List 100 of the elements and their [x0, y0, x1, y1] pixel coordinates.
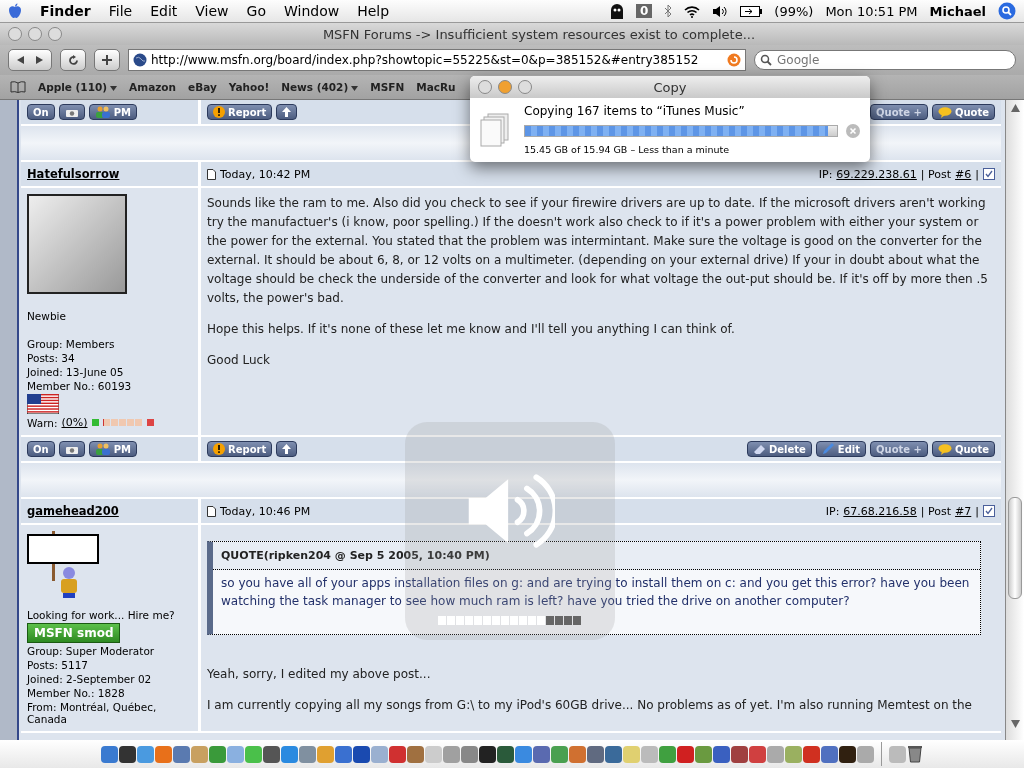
close-button[interactable] — [8, 27, 22, 41]
minimize-button[interactable] — [498, 80, 512, 94]
menu-item[interactable]: File — [108, 3, 133, 19]
scroll-thumb[interactable] — [1008, 497, 1022, 599]
forum-button[interactable]: PM — [88, 104, 137, 120]
scroll-up-button[interactable] — [276, 104, 298, 120]
select-checkbox[interactable] — [983, 505, 995, 517]
zoom-button[interactable] — [48, 27, 62, 41]
dock-app-icon[interactable] — [119, 745, 136, 763]
menu-clock[interactable]: Mon 10:51 PM — [825, 3, 918, 19]
scroll-up-arrow-icon[interactable] — [1010, 104, 1020, 112]
bookmark-link[interactable]: Apple (110) — [38, 81, 118, 93]
dock-app-icon[interactable] — [353, 745, 370, 763]
bookmark-link[interactable]: MSFN — [370, 81, 405, 93]
quote-text: so you have all of your apps installation files on g: and are trying to install them on c: and you get this error? have you been watching the task manager to see how much ram is left? have you tried the drive on another computer? — [221, 576, 970, 608]
divider-mark: | — [975, 167, 979, 181]
scrollbar[interactable] — [1005, 100, 1024, 740]
camera-button[interactable] — [58, 441, 85, 457]
warn-link[interactable]: (0%) — [61, 416, 88, 429]
back-forward-button[interactable] — [8, 49, 52, 71]
ip-link[interactable]: 69.229.238.61 — [836, 167, 917, 181]
dock-app-icon[interactable] — [479, 745, 496, 763]
speech-bubble-icon — [937, 106, 952, 118]
author-link[interactable]: Hatefulsorrow — [27, 167, 120, 181]
people-icon — [94, 443, 111, 455]
quote-header: QUOTE(ripken204 @ Sep 5 2005, 10:40 PM) — [213, 542, 980, 570]
forum-button[interactable]: Edit — [815, 441, 866, 457]
people-icon — [94, 106, 111, 118]
dock-app-icon[interactable] — [839, 745, 856, 763]
member-info-text: Newbie — [27, 310, 67, 322]
bluetooth-icon[interactable] — [664, 4, 673, 18]
scroll-down-arrow-icon[interactable] — [1010, 720, 1020, 728]
dialog-title: Copy — [652, 79, 688, 95]
forum-button[interactable]: On — [27, 441, 55, 457]
forum-button[interactable]: Quote — [931, 441, 995, 457]
caret-icon — [110, 86, 118, 91]
member-info-text: Group: Super Moderator — [27, 645, 156, 657]
member-info-text: Member No.: 60193 — [27, 380, 133, 392]
flag-icon — [27, 394, 59, 414]
bookmark-link[interactable]: eBay — [188, 81, 217, 93]
forum-button[interactable]: Report — [207, 104, 273, 120]
dock-app-icon[interactable] — [731, 745, 748, 763]
close-button[interactable] — [478, 80, 492, 94]
plus-icon[interactable] — [146, 419, 154, 426]
user-menu[interactable]: Michael — [929, 3, 986, 19]
reload-button[interactable] — [60, 49, 86, 71]
pencil-icon — [821, 443, 835, 455]
bookmark-link[interactable]: Amazon — [129, 81, 176, 93]
select-checkbox[interactable] — [983, 168, 995, 180]
member-badge: MSFN smod — [27, 623, 121, 643]
address-field[interactable]: http://www.msfn.org/board/index.php?showtopic=55225&st=0&p=385152&#entry385152 — [128, 49, 746, 71]
reload-icon — [67, 54, 79, 66]
counter-badge[interactable]: 0 — [636, 4, 653, 18]
bookmark-link[interactable]: MacRu — [416, 81, 456, 93]
snapback-icon[interactable] — [727, 53, 741, 67]
ip-link[interactable]: 67.68.216.58 — [843, 504, 917, 518]
book-icon[interactable] — [10, 81, 26, 93]
search-icon[interactable] — [998, 2, 1016, 20]
forum-button[interactable]: Delete — [746, 441, 812, 457]
menu-item[interactable]: Edit — [150, 3, 178, 19]
minimize-button[interactable] — [28, 27, 42, 41]
member-info-text: Member No.: 1828 — [27, 687, 126, 699]
menu-item[interactable]: View — [195, 3, 229, 19]
post-label: | Post — [920, 167, 952, 181]
volume-icon[interactable] — [712, 4, 729, 18]
menu-item[interactable]: Go — [246, 3, 266, 19]
forum-button[interactable]: Quote — [931, 104, 995, 120]
eraser-icon — [752, 443, 766, 455]
forum-button[interactable]: Report — [207, 441, 273, 457]
dock-app-icon[interactable] — [263, 745, 280, 763]
menu-item[interactable]: Help — [357, 3, 390, 19]
camera-button[interactable] — [58, 104, 85, 120]
speech-bubble-icon — [937, 443, 952, 455]
post-number-link[interactable]: #7 — [955, 504, 972, 518]
menu-item[interactable]: Finder — [40, 3, 91, 19]
post-number-link[interactable]: #6 — [955, 167, 972, 181]
page-icon — [207, 505, 216, 517]
battery-percent[interactable]: (99%) — [774, 3, 814, 19]
apple-logo-icon[interactable] — [8, 3, 22, 19]
wifi-icon[interactable] — [684, 4, 701, 18]
search-field[interactable]: Google — [754, 50, 1016, 70]
trash-icon[interactable] — [907, 745, 923, 763]
forum-button[interactable]: PM — [88, 441, 137, 457]
add-bookmark-button[interactable] — [94, 49, 120, 71]
bookmark-link[interactable]: News (402) — [281, 81, 359, 93]
copy-status: 15.45 GB of 15.94 GB – Less than a minute — [524, 144, 731, 155]
scroll-up-button[interactable] — [276, 441, 298, 457]
ghost-icon[interactable] — [610, 3, 624, 19]
zoom-button[interactable] — [518, 80, 532, 94]
author-link[interactable]: gamehead200 — [27, 504, 119, 518]
bookmark-link[interactable]: Yahoo! — [228, 81, 270, 93]
arrow-up-icon — [282, 107, 292, 117]
page-icon — [207, 168, 216, 180]
post-date: Today, 10:46 PM — [220, 504, 311, 518]
globe-icon — [133, 53, 147, 67]
post-text: Yeah, sorry, I edited my above post... — [207, 666, 432, 683]
dock-app-icon[interactable] — [497, 745, 514, 763]
menu-item[interactable]: Window — [283, 3, 340, 19]
forum-button[interactable]: On — [27, 104, 55, 120]
battery-icon[interactable] — [740, 5, 763, 17]
